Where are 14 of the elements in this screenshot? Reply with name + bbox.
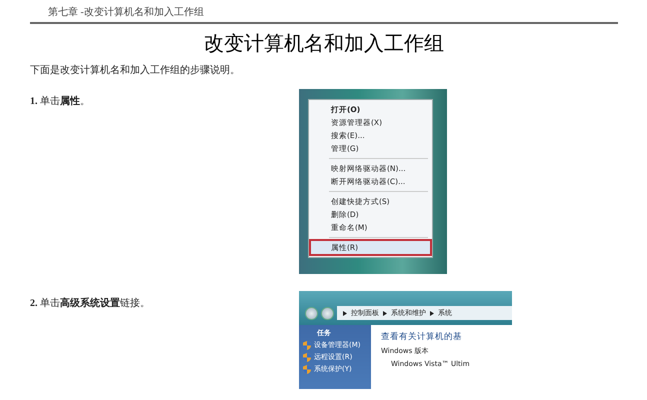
step-text: 2. 单击高级系统设置链接。 (30, 298, 150, 309)
chevron-icon (343, 310, 347, 316)
shield-icon (303, 341, 311, 350)
page-title: 改变计算机名和加入工作组 (204, 32, 444, 54)
chevron-icon (430, 310, 434, 316)
chevron-icon (383, 310, 387, 316)
forward-button[interactable] (321, 307, 334, 320)
intro-text: 下面是改变计算机名和加入工作组的步骤说明。 (30, 64, 241, 77)
page-header: 第七章 -改变计算机名和加入工作组 (48, 7, 204, 18)
back-button[interactable] (305, 307, 318, 320)
shield-icon (303, 353, 311, 362)
step-text: 1. 单击属性。 (30, 96, 90, 107)
shield-icon (303, 365, 311, 374)
content-heading: 查看有关计算机的基 (381, 333, 463, 342)
